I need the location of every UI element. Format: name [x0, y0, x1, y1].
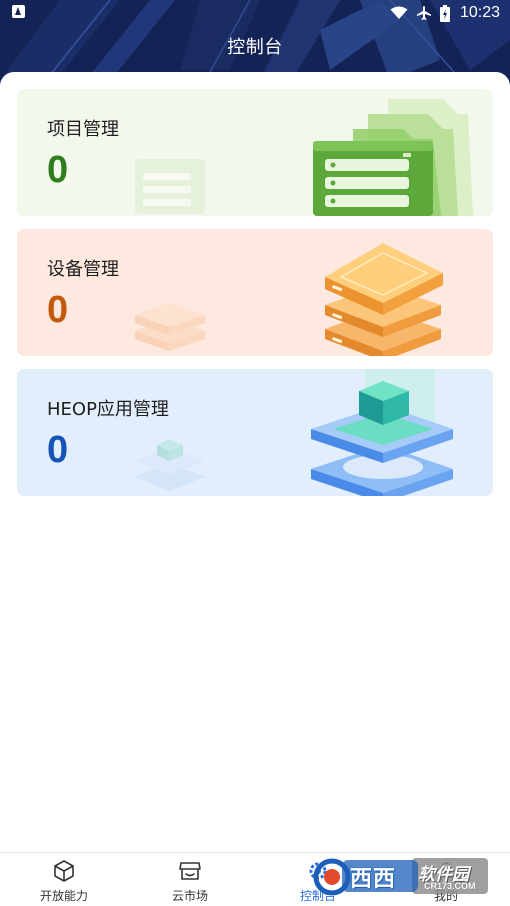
- device-count: 0: [47, 289, 69, 331]
- status-bar: 10:23: [0, 0, 510, 28]
- project-count: 0: [47, 149, 69, 191]
- notification-app-icon: [12, 5, 25, 18]
- card-label: 设备管理: [47, 259, 119, 280]
- folder-server-icon: [313, 99, 473, 216]
- cube-icon: [54, 860, 74, 882]
- airplane-icon: [416, 6, 431, 20]
- nav-open-capability[interactable]: 开放能力: [14, 853, 114, 906]
- status-icons: 10:23: [390, 3, 500, 23]
- cube-platform-icon: [311, 369, 453, 496]
- nav-label: 云市场: [171, 889, 208, 903]
- status-time: 10:23: [459, 4, 500, 21]
- watermark-logo: 西西 软件园 CR173.COM: [312, 856, 490, 898]
- card-label: HEOP应用管理: [47, 399, 169, 420]
- watermark-domain: CR173.COM: [424, 881, 476, 891]
- heop-app-management-card[interactable]: HEOP应用管理 0: [17, 369, 493, 496]
- battery-icon: [439, 4, 450, 22]
- nav-label: 开放能力: [39, 889, 88, 903]
- device-management-card[interactable]: 设备管理 0: [17, 229, 493, 356]
- stacked-servers-icon: [325, 243, 443, 356]
- nav-cloud-market[interactable]: 云市场: [140, 853, 240, 906]
- watermark-text: 西西: [350, 867, 397, 892]
- wifi-icon: [390, 6, 408, 19]
- card-label: 项目管理: [47, 119, 119, 140]
- page-title: 控制台: [227, 37, 283, 58]
- project-management-card[interactable]: 项目管理 0: [17, 89, 493, 216]
- store-icon: [179, 862, 201, 880]
- heop-count: 0: [47, 429, 69, 471]
